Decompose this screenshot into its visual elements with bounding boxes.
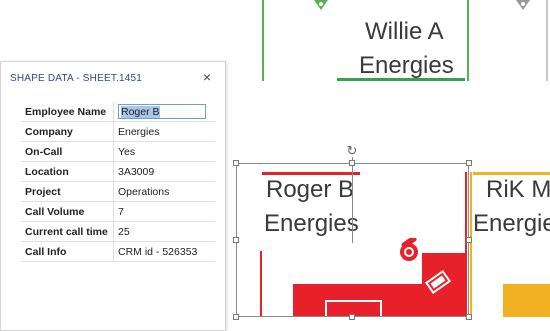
resize-handle-top-right[interactable] (466, 160, 472, 166)
field-value-cell[interactable]: Roger B (113, 102, 215, 122)
field-label: Call Info (21, 241, 114, 262)
shape-company: Energies (359, 52, 454, 79)
employee-name-input[interactable]: Roger B (118, 104, 206, 119)
resize-handle-top-left[interactable] (233, 160, 239, 166)
field-value[interactable]: 25 (113, 221, 215, 242)
panel-title: SHAPE DATA - SHEET.1451 (10, 73, 143, 84)
selection-frame[interactable] (236, 163, 469, 317)
status-badge-icon (314, 0, 328, 10)
field-value[interactable]: 7 (113, 201, 215, 222)
org-shape-top-right[interactable] (514, 0, 550, 81)
resize-handle-bottom[interactable] (349, 314, 355, 320)
shape-underline (337, 78, 465, 81)
shape-data-panel: SHAPE DATA - SHEET.1451 × Employee Name … (0, 61, 226, 331)
close-icon[interactable]: × (200, 70, 214, 84)
shape-border-right (467, 0, 469, 81)
field-label: On-Call (21, 141, 114, 162)
field-label: Location (21, 161, 114, 182)
table-row: Employee Name Roger B (21, 102, 215, 122)
table-row: Call Info CRM id - 526353 (21, 241, 215, 262)
field-label: Company (21, 121, 114, 142)
field-value[interactable]: CRM id - 526353 (113, 241, 215, 262)
table-row: Current call time 25 (21, 221, 215, 242)
rotate-handle-icon[interactable]: ↻ (346, 144, 358, 157)
field-value[interactable]: Yes (113, 141, 215, 162)
field-value[interactable]: 3A3009 (113, 161, 215, 182)
field-label: Current call time (21, 221, 114, 242)
shape-top-bar (473, 172, 550, 175)
table-row: Call Volume 7 (21, 201, 215, 222)
field-label: Employee Name (21, 102, 114, 122)
shape-data-table: Employee Name Roger B Company Energies O… (21, 102, 215, 262)
resize-handle-right[interactable] (466, 237, 472, 243)
table-row: Company Energies (21, 121, 215, 142)
resize-handle-bottom-right[interactable] (466, 314, 472, 320)
desk-shape (503, 284, 550, 317)
selected-text: Roger B (121, 106, 160, 118)
shape-name: RiK M (486, 176, 550, 203)
shape-border-left (262, 0, 264, 81)
field-value[interactable]: Energies (113, 121, 215, 142)
resize-handle-top[interactable] (349, 160, 355, 166)
resize-handle-bottom-left[interactable] (233, 314, 239, 320)
shape-border-left (546, 0, 548, 81)
resize-handle-left[interactable] (233, 237, 239, 243)
table-row: Project Operations (21, 181, 215, 202)
field-value[interactable]: Operations (113, 181, 215, 202)
org-shape-rik[interactable]: RiK M Energies (470, 172, 550, 317)
shape-border-left (470, 172, 472, 317)
shape-company: Energies (473, 210, 550, 237)
table-row: On-Call Yes (21, 141, 215, 162)
shape-name: Willie A (365, 18, 444, 45)
field-label: Project (21, 181, 114, 202)
status-badge-icon (516, 0, 530, 10)
field-label: Call Volume (21, 201, 114, 222)
table-row: Location 3A3009 (21, 161, 215, 182)
org-shape-willie[interactable]: Willie A Energies (262, 0, 469, 81)
